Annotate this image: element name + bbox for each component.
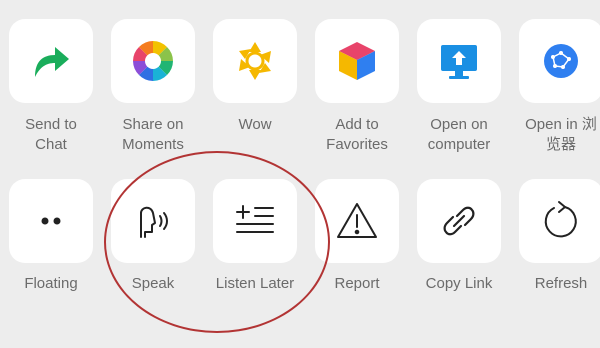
speak-label: Speak: [131, 275, 175, 292]
refresh-label: Refresh: [534, 275, 588, 292]
browser-globe-icon: [544, 44, 578, 78]
send-to-chat-button[interactable]: [9, 19, 93, 103]
speak-head-icon: [140, 206, 168, 238]
link-icon: [443, 206, 475, 236]
add-to-favorites-button[interactable]: [315, 19, 399, 103]
warning-triangle-icon: [337, 203, 377, 238]
open-on-computer-label: Open on computer: [427, 116, 491, 153]
favorites-cube-icon: [339, 42, 375, 80]
wow-label: Wow: [238, 116, 272, 133]
share-arrow-icon: [35, 47, 69, 77]
report-button[interactable]: [315, 179, 399, 263]
floating-label: Floating: [24, 275, 78, 292]
report-label: Report: [334, 275, 380, 292]
open-on-computer-button[interactable]: [417, 19, 501, 103]
copy-link-button[interactable]: [417, 179, 501, 263]
listen-later-label: Listen Later: [215, 275, 295, 292]
floating-button[interactable]: [9, 179, 93, 263]
speak-button[interactable]: [111, 179, 195, 263]
wow-star-icon: [239, 42, 271, 80]
listen-later-icon: [236, 205, 274, 233]
floating-dots-icon: [41, 217, 61, 225]
moments-aperture-icon: [133, 41, 173, 81]
share-on-moments-label: Share on Moments: [122, 116, 184, 153]
add-to-favorites-label: Add to Favorites: [326, 116, 388, 153]
refresh-icon: [544, 201, 577, 238]
copy-link-label: Copy Link: [425, 275, 493, 292]
open-in-browser-label: Open in 浏 览器: [525, 116, 597, 153]
open-in-browser-button[interactable]: [519, 19, 600, 103]
computer-monitor-icon: [441, 45, 477, 79]
share-on-moments-button[interactable]: [111, 19, 195, 103]
listen-later-button[interactable]: [213, 179, 297, 263]
wow-button[interactable]: [213, 19, 297, 103]
send-to-chat-label: Send to Chat: [25, 116, 77, 153]
refresh-button[interactable]: [519, 179, 600, 263]
